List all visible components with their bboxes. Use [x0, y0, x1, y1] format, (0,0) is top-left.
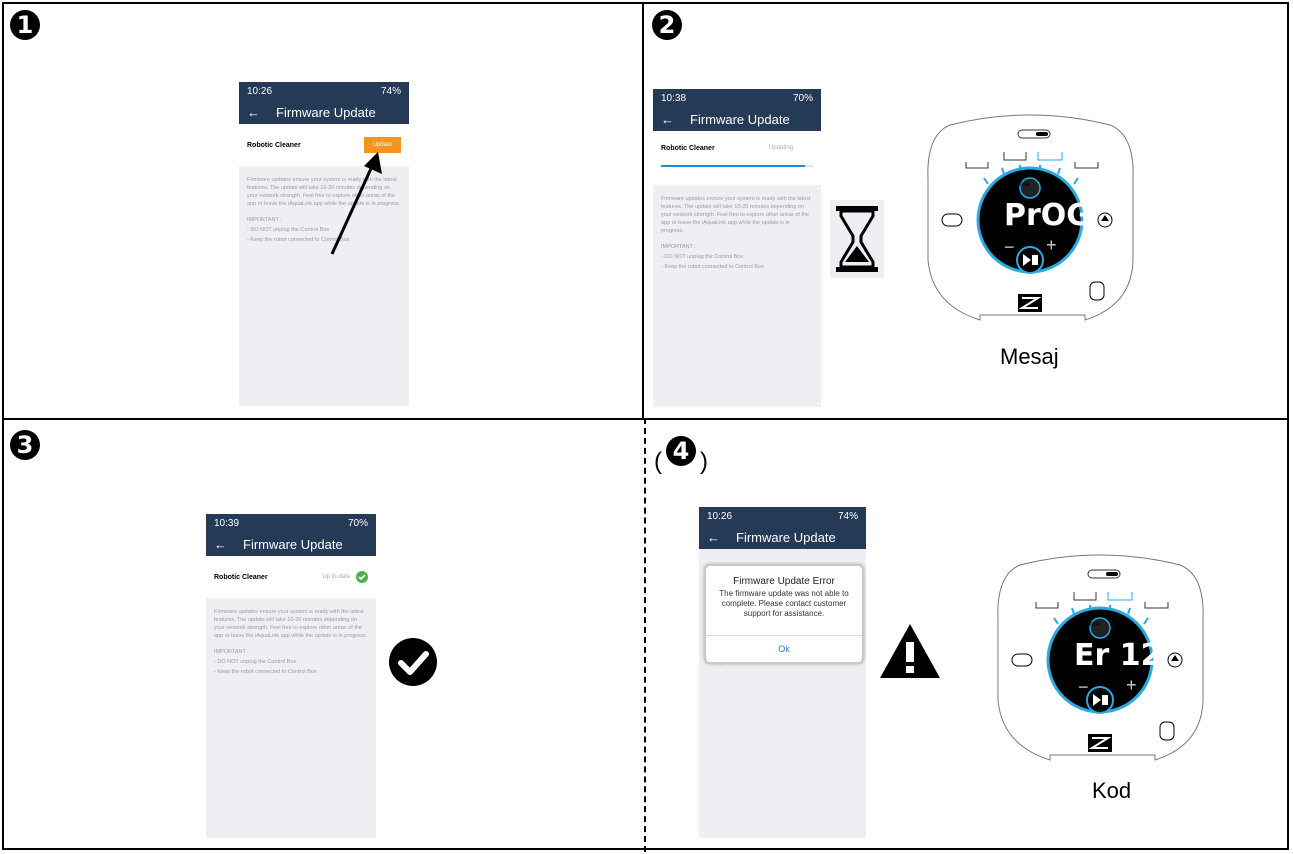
back-arrow-icon[interactable]: ←: [214, 537, 227, 552]
important-label: IMPORTANT :: [661, 244, 696, 250]
caption-code: Kod: [1092, 778, 1132, 803]
update-state: Updating: [768, 145, 793, 151]
note-2: - Keep the robot connected to Control Bo…: [661, 264, 764, 270]
note-1: - DO NOT unplug the Control Box: [661, 254, 744, 260]
divider-vertical-bottom: [644, 418, 646, 852]
description: Firmware updates ensure your system is r…: [214, 609, 368, 639]
status-battery: 70%: [792, 92, 813, 104]
device-name: Robotic Cleaner: [661, 144, 715, 152]
app-title: Firmware Update: [690, 111, 790, 127]
back-arrow-icon[interactable]: ←: [707, 530, 720, 545]
step-4-paren-open: (: [654, 448, 662, 475]
display-text-2: PrOG: [1004, 198, 1091, 233]
minus-button-2[interactable]: −: [1004, 237, 1015, 258]
caption-message: Mesaj: [1000, 344, 1059, 369]
app-bar: ← Firmware Update: [699, 525, 866, 549]
phone-screen-4: 10:2674% ←Firmware Update - Keep the rob…: [699, 507, 866, 838]
dialog-ok-button[interactable]: Ok: [706, 635, 862, 662]
status-battery: 74%: [837, 510, 858, 522]
status-time: 10:38: [661, 92, 687, 104]
status-battery: 74%: [380, 85, 401, 97]
update-state: Up to date: [322, 574, 350, 580]
device-name: Robotic Cleaner: [247, 141, 301, 149]
info-text: Firmware updates ensure your system is r…: [653, 185, 821, 289]
status-time: 10:26: [247, 85, 273, 97]
app-title: Firmware Update: [243, 536, 343, 552]
display-text-4: Er 12: [1074, 638, 1162, 673]
phone-screen-2: 10:38 70% ← Firmware Update Robotic Cleane…: [653, 89, 821, 407]
note-1: - DO NOT unplug the Control Box: [214, 659, 297, 665]
step-4-paren-close: ): [700, 448, 708, 475]
step-4-badge: 4: [666, 436, 696, 466]
step-1-badge: 1: [10, 10, 40, 40]
status-bar: 10:26 74%: [699, 507, 866, 525]
description: Firmware updates ensure your system is r…: [661, 196, 811, 234]
progress-bar: [661, 165, 813, 167]
app-title: Firmware Update: [276, 104, 376, 120]
dialog-title: Firmware Update Error: [733, 576, 835, 587]
pointer-arrow-icon: [330, 152, 382, 255]
status-bar: 10:38 70%: [653, 89, 821, 107]
app-bar: ← Firmware Update: [206, 532, 376, 556]
app-title: Firmware Update: [736, 529, 836, 545]
check-icon: [356, 571, 368, 583]
device-card: Robotic Cleaner Updating: [653, 131, 821, 185]
device-name: Robotic Cleaner: [214, 573, 268, 581]
back-arrow-icon[interactable]: ←: [247, 105, 260, 120]
minus-button-4[interactable]: −: [1078, 677, 1089, 698]
mode-label-2: mode: [1015, 182, 1031, 188]
phone-screen-3: 10:39 70% ← Firmware Update Robotic Cleane…: [206, 514, 376, 838]
plus-button-2[interactable]: +: [1046, 235, 1057, 256]
progress-fill: [661, 165, 806, 167]
status-time: 10:26: [707, 510, 733, 522]
warning-icon: [880, 624, 940, 678]
note-2: - Keep the robot connected to Control Bo…: [214, 669, 317, 675]
device-card: Robotic Cleaner Up to date: [206, 556, 376, 598]
mode-label-4: mode: [1085, 622, 1101, 628]
step-2-badge: 2: [652, 10, 682, 40]
step-3-badge: 3: [10, 430, 40, 460]
status-bar: 10:26 74%: [239, 82, 409, 100]
status-battery: 70%: [347, 517, 368, 529]
status-bar: 10:39 70%: [206, 514, 376, 532]
important-label: IMPORTANT :: [214, 649, 249, 655]
app-bar: ← Firmware Update: [653, 107, 821, 131]
error-dialog: Firmware Update Error The firmware updat…: [704, 564, 864, 664]
status-time: 10:39: [214, 517, 240, 529]
dialog-message: The firmware update was not able to comp…: [719, 589, 849, 618]
hourglass-icon: [830, 200, 884, 278]
info-text: Firmware updates ensure your system is r…: [206, 598, 376, 694]
divider-vertical-top: [642, 2, 644, 418]
success-check-icon: [389, 638, 437, 686]
back-arrow-icon[interactable]: ←: [661, 112, 674, 127]
plus-button-4[interactable]: +: [1126, 675, 1137, 696]
app-bar: ← Firmware Update: [239, 100, 409, 124]
